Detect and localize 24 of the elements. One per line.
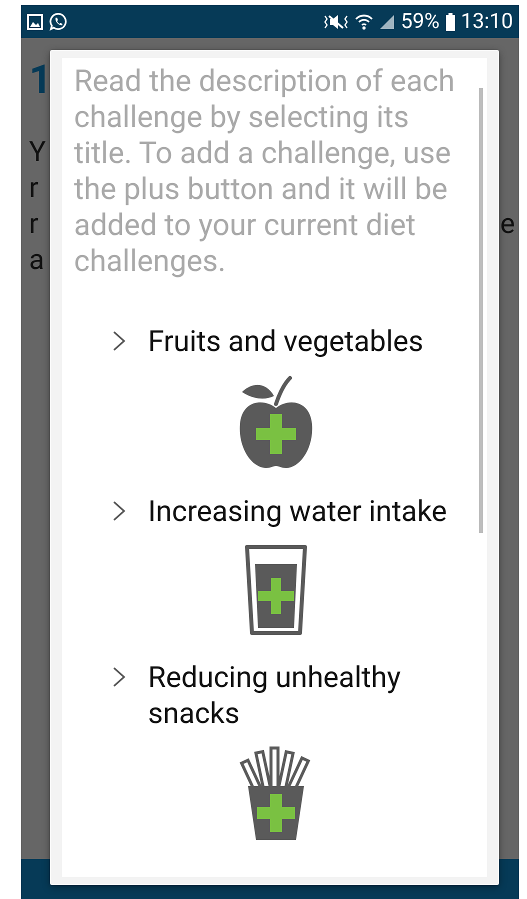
body-text-fragment: e bbox=[500, 206, 515, 242]
body-text-fragment: r bbox=[29, 206, 38, 242]
mute-vibrate-icon bbox=[322, 12, 349, 30]
signal-icon bbox=[378, 14, 395, 30]
chevron-icon[interactable] bbox=[112, 500, 126, 522]
fries-plus-icon[interactable] bbox=[238, 746, 314, 842]
challenge-title[interactable]: Reducing unhealthy snacks bbox=[148, 660, 477, 732]
wifi-icon bbox=[354, 12, 373, 30]
clock-time: 13:10 bbox=[460, 10, 513, 34]
body-text-fragment: Y bbox=[29, 134, 46, 170]
chevron-icon[interactable] bbox=[112, 666, 126, 688]
chevron-icon[interactable] bbox=[112, 330, 126, 352]
image-icon bbox=[27, 14, 43, 30]
instructions-text: Read the description of each challenge by selecting its title. To add a challenge, use the plus button and it will be added to your current diet challenges. bbox=[74, 64, 456, 280]
page-heading: 1 bbox=[29, 56, 52, 104]
chat-bubble-icon bbox=[49, 12, 68, 31]
body-text-fragment: a bbox=[29, 242, 44, 278]
battery-icon bbox=[446, 12, 455, 30]
scrollbar[interactable] bbox=[479, 88, 483, 533]
body-text-fragment: r bbox=[29, 170, 38, 206]
challenge-title[interactable]: Fruits and vegetables bbox=[148, 324, 424, 360]
battery-percent: 59% bbox=[400, 10, 440, 34]
challenge-title[interactable]: Increasing water intake bbox=[148, 494, 447, 530]
glass-plus-icon[interactable] bbox=[244, 544, 308, 636]
